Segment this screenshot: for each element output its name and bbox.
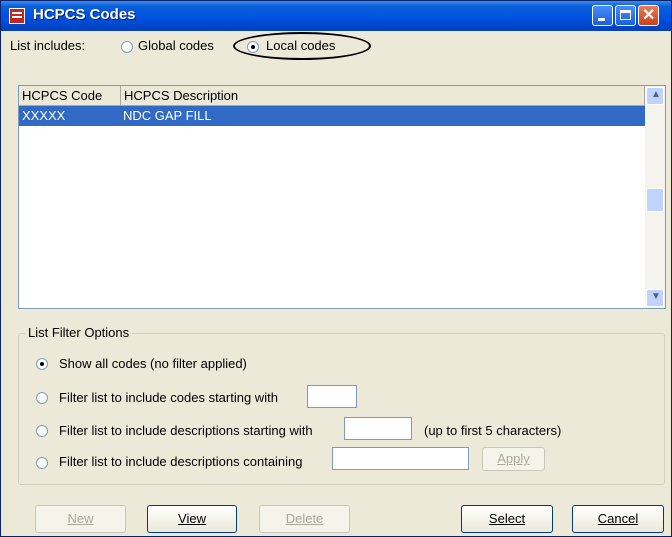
row-code: XXXXX [22,108,66,123]
vertical-scrollbar[interactable]: ▲ ▼ [645,86,665,308]
hcpcs-list[interactable]: HCPCS Code HCPCS Description XXXXX NDC G… [18,85,666,309]
minimize-button[interactable] [592,5,613,26]
view-button[interactable]: View [147,505,237,533]
list-includes-label: List includes: [10,38,86,53]
delete-button[interactable]: Delete [259,505,350,533]
codes-starting-input[interactable] [307,385,357,408]
filter-options-legend: List Filter Options [25,325,133,340]
desc-starting-radio[interactable] [36,425,48,437]
column-header-code[interactable]: HCPCS Code [19,86,121,106]
desc-starting-input[interactable] [344,417,412,440]
desc-containing-label[interactable]: Filter list to include descriptions cont… [59,454,303,469]
scroll-thumb[interactable] [646,188,664,212]
desc-containing-radio[interactable] [36,457,48,469]
scroll-down-button[interactable]: ▼ [646,289,664,307]
column-header-description[interactable]: HCPCS Description [121,86,645,106]
global-codes-radio[interactable] [121,41,133,53]
global-codes-label[interactable]: Global codes [138,38,214,53]
desc-starting-hint: (up to first 5 characters) [424,423,562,438]
row-description: NDC GAP FILL [123,108,212,123]
hcpcs-codes-window: HCPCS Codes ✕ List includes: Global code… [0,0,672,537]
desc-starting-label[interactable]: Filter list to include descriptions star… [59,423,313,438]
maximize-icon [620,10,631,20]
desc-containing-input[interactable] [332,447,469,470]
title-bar[interactable]: HCPCS Codes ✕ [1,1,671,31]
apply-button[interactable]: Apply [482,447,545,471]
codes-starting-label[interactable]: Filter list to include codes starting wi… [59,390,278,405]
new-button[interactable]: New [35,505,126,533]
highlight-ellipse [233,32,371,60]
scroll-up-button[interactable]: ▲ [646,87,664,105]
maximize-button[interactable] [615,5,636,26]
cancel-button[interactable]: Cancel [572,505,664,533]
chevron-up-icon: ▲ [651,89,661,100]
close-icon: ✕ [642,7,656,24]
select-button[interactable]: Select [461,505,553,533]
window-title: HCPCS Codes [33,6,136,23]
show-all-label[interactable]: Show all codes (no filter applied) [59,356,247,371]
table-row[interactable]: XXXXX NDC GAP FILL [19,106,645,126]
minimize-icon [598,18,605,21]
show-all-radio[interactable] [36,358,48,370]
codes-starting-radio[interactable] [36,392,48,404]
app-icon [9,8,25,24]
chevron-down-icon: ▼ [651,291,661,302]
close-button[interactable]: ✕ [638,5,659,26]
